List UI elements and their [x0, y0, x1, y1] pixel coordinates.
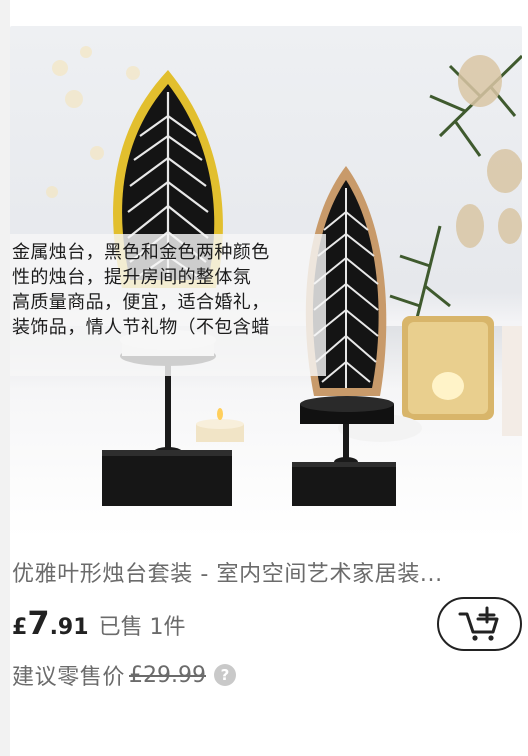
description-overlay: 金属烛台，黑色和金色两种颜色 性的烛台，提升房间的整体氛 高质量商品，便宜，适合…: [10, 234, 326, 376]
overlay-line-1: 金属烛台，黑色和金色两种颜色: [12, 242, 270, 263]
pink-vase: [502, 326, 522, 436]
dried-leaf: [456, 55, 522, 248]
sold-count: 已售 1件: [98, 615, 186, 640]
gold-candle-jar: [402, 316, 494, 420]
rrp-row: 建议零售价 £29.99 ?: [12, 659, 236, 691]
overlay-line-2: 性的烛台，提升房间的整体氛: [12, 267, 252, 288]
rrp-label: 建议零售价: [12, 665, 126, 690]
price-row: £ 7 .91 已售 1件: [12, 604, 186, 642]
product-image[interactable]: 金属烛台，黑色和金色两种颜色 性的烛台，提升房间的整体氛 高质量商品，便宜，适合…: [10, 26, 522, 538]
overlay-line-3: 高质量商品，便宜，适合婚礼，: [12, 292, 270, 313]
tealight-candle: [196, 408, 244, 442]
rrp-price: £29.99: [129, 662, 206, 688]
left-edge-strip: [0, 0, 10, 756]
price-major: 7: [27, 604, 50, 642]
overlay-line-4: 装饰品，情人节礼物（不包含蜡: [12, 317, 270, 338]
pine-branch: [389, 54, 522, 348]
price-currency: £: [12, 615, 28, 640]
question-mark-icon[interactable]: ?: [214, 664, 236, 686]
product-title[interactable]: 优雅叶形烛台套装 - 室内空间艺术家居装...: [12, 556, 512, 588]
add-to-cart-button[interactable]: [437, 597, 522, 651]
price-minor: .91: [49, 615, 89, 640]
add-to-cart-icon: [458, 606, 498, 641]
